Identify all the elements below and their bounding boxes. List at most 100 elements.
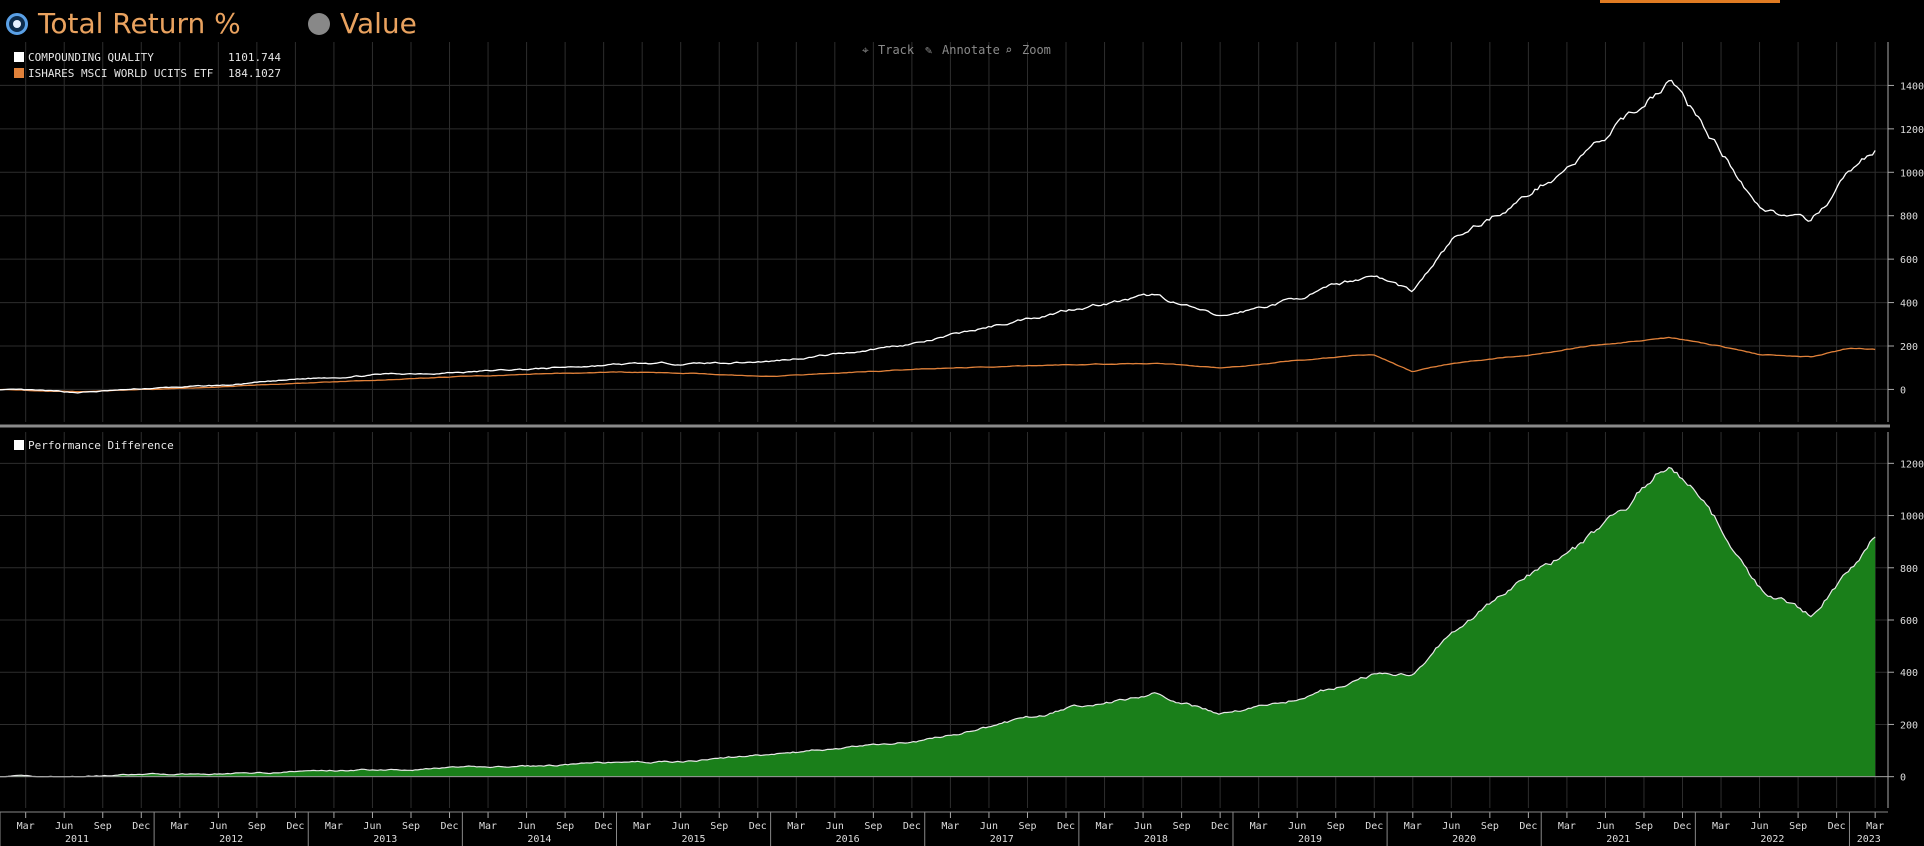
x-tick-label: Sep [1173, 821, 1191, 832]
zoom-icon: ⌕ [1005, 43, 1012, 57]
x-tick-label: Sep [1789, 821, 1807, 832]
y-tick-label: 1000 [1900, 168, 1924, 179]
x-tick-label: Mar [787, 821, 805, 832]
legend-item-msci[interactable]: ISHARES MSCI WORLD UCITS ETF 184.1027 [14, 67, 281, 80]
x-tick-label: Jun [826, 821, 844, 832]
year-label: 2012 [219, 834, 243, 845]
year-label: 2015 [682, 834, 706, 845]
legend-value-cq: 1101.744 [228, 51, 281, 64]
accent-strip [1600, 0, 1780, 3]
year-label: 2016 [836, 834, 860, 845]
y-tick-label: 0 [1900, 773, 1906, 784]
zoom-button[interactable]: ⌕ Zoom [1005, 43, 1051, 57]
x-tick-label: Sep [248, 821, 266, 832]
x-tick-label: Dec [903, 821, 921, 832]
year-label: 2023 [1857, 834, 1881, 845]
legend-value-msci: 184.1027 [228, 67, 281, 80]
radio-total-return-label: Total Return % [38, 7, 241, 40]
legend-swatch-msci [14, 68, 24, 78]
x-tick-label: Mar [325, 821, 343, 832]
radio-total-return[interactable]: Total Return % [6, 7, 241, 40]
y-tick-label: 1200 [1900, 459, 1924, 470]
header-bar: Total Return % Value [0, 0, 1924, 40]
x-tick-label: Sep [864, 821, 882, 832]
y-tick-label: 400 [1900, 668, 1918, 679]
y-tick-label: 600 [1900, 255, 1918, 266]
x-tick-label: Jun [1442, 821, 1460, 832]
x-tick-label: Jun [1134, 821, 1152, 832]
legend-label-msci: ISHARES MSCI WORLD UCITS ETF [28, 67, 213, 80]
track-icon: ⌖ [862, 43, 869, 57]
x-tick-label: Dec [1057, 821, 1075, 832]
x-tick-label: Mar [1096, 821, 1114, 832]
year-label: 2013 [373, 834, 397, 845]
year-label: 2021 [1606, 834, 1630, 845]
x-tick-label: Dec [1828, 821, 1846, 832]
x-tick-label: Mar [479, 821, 497, 832]
x-tick-label: Dec [1673, 821, 1691, 832]
legend-label-diff: Performance Difference [28, 439, 174, 452]
y-tick-label: 1400 [1900, 81, 1924, 92]
x-tick-label: Sep [1635, 821, 1653, 832]
x-tick-label: Mar [17, 821, 35, 832]
annotate-label: Annotate [942, 43, 1000, 57]
x-tick-label: Jun [1596, 821, 1614, 832]
zoom-label: Zoom [1022, 43, 1051, 57]
radio-selected-icon [6, 12, 28, 35]
x-tick-label: Mar [1558, 821, 1576, 832]
x-tick-label: Sep [556, 821, 574, 832]
y-tick-label: 0 [1900, 385, 1906, 396]
y-tick-label: 400 [1900, 299, 1918, 310]
x-tick-label: Jun [209, 821, 227, 832]
x-tick-label: Mar [1250, 821, 1268, 832]
chart-area[interactable]: 0 200 400 600 800 1000 1200 1400 0 200 400 600 800 1… [0, 40, 1924, 846]
x-tick-label: Dec [1365, 821, 1383, 832]
x-tick-label: Jun [1751, 821, 1769, 832]
radio-unselected-icon [308, 12, 330, 35]
x-tick-label: Dec [1519, 821, 1537, 832]
toolbar: ⌖ Track ✎ Annotate ⌕ Zoom [862, 43, 1051, 57]
x-tick-label: Dec [132, 821, 150, 832]
x-tick-label: Mar [633, 821, 651, 832]
year-label: 2019 [1298, 834, 1322, 845]
y-tick-label: 1200 [1900, 125, 1924, 136]
annotate-icon: ✎ [925, 43, 932, 57]
x-tick-label: Jun [55, 821, 73, 832]
y-tick-label: 800 [1900, 564, 1918, 575]
x-tick-label: Mar [171, 821, 189, 832]
x-tick-label: Jun [980, 821, 998, 832]
year-label: 2018 [1144, 834, 1168, 845]
x-tick-label: Sep [1481, 821, 1499, 832]
y-tick-label: 1000 [1900, 512, 1924, 523]
x-tick-label: Dec [440, 821, 458, 832]
legend-label-cq: COMPOUNDING QUALITY [28, 51, 154, 64]
x-tick-label: Mar [1404, 821, 1422, 832]
x-tick-label: Mar [941, 821, 959, 832]
radio-value[interactable]: Value [308, 7, 417, 40]
track-label: Track [878, 43, 915, 57]
x-tick-label: Dec [595, 821, 613, 832]
y-tick-label: 800 [1900, 212, 1918, 223]
x-tick-label: Mar [1866, 821, 1884, 832]
x-tick-label: Jun [363, 821, 381, 832]
x-tick-label: Dec [749, 821, 767, 832]
legend-item-diff[interactable]: Performance Difference [14, 439, 174, 452]
year-label: 2011 [65, 834, 89, 845]
legend-swatch-cq [14, 52, 24, 62]
x-tick-label: Mar [1712, 821, 1730, 832]
x-tick-label: Dec [286, 821, 304, 832]
year-label: 2017 [990, 834, 1014, 845]
x-tick-label: Sep [710, 821, 728, 832]
y-tick-label: 200 [1900, 720, 1918, 731]
year-label: 2014 [527, 834, 551, 845]
x-tick-label: Dec [1211, 821, 1229, 832]
x-tick-label: Sep [1018, 821, 1036, 832]
legend-swatch-diff [14, 440, 24, 450]
year-label: 2020 [1452, 834, 1476, 845]
legend-item-cq[interactable]: COMPOUNDING QUALITY 1101.744 [14, 51, 281, 64]
x-tick-label: Jun [518, 821, 536, 832]
x-tick-label: Jun [1288, 821, 1306, 832]
x-tick-label: Sep [1327, 821, 1345, 832]
x-tick-label: Jun [672, 821, 690, 832]
y-tick-label: 200 [1900, 342, 1918, 353]
